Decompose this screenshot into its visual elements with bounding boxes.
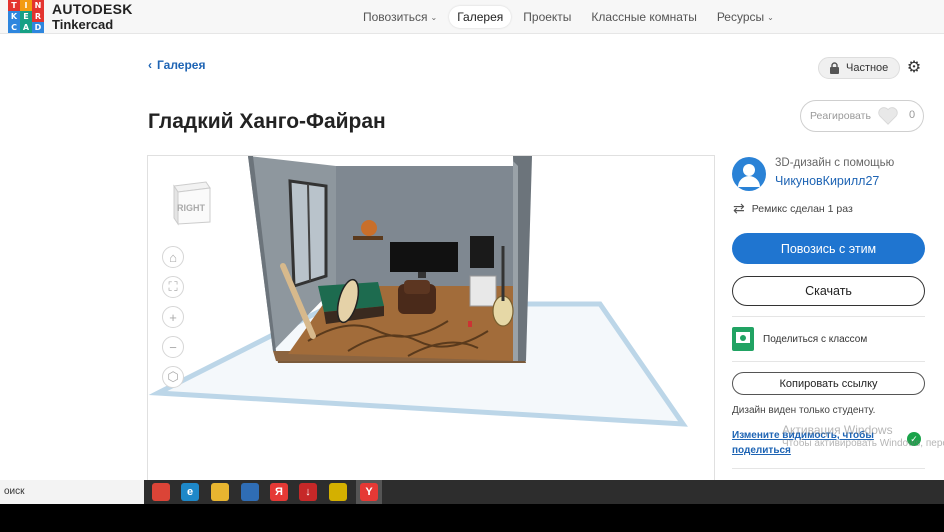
home-view-icon[interactable]: ⌂ — [162, 246, 184, 268]
view-cube-label: RIGHT — [177, 203, 205, 213]
chevron-left-icon: ‹ — [148, 58, 152, 72]
heart-icon — [878, 107, 898, 125]
3d-scene — [148, 156, 688, 427]
author-avatar[interactable] — [732, 157, 766, 191]
lock-icon — [830, 62, 839, 74]
download-button[interactable]: Скачать — [732, 276, 925, 306]
taskbar-search[interactable]: оиск — [0, 480, 144, 504]
logo-letter: D — [32, 22, 44, 33]
store-icon[interactable] — [241, 483, 259, 501]
nav-item-label: Классные комнаты — [591, 10, 697, 24]
logo-letter: N — [32, 0, 44, 11]
react-button[interactable]: Реагировать 0 — [800, 100, 924, 132]
top-navigation-bar: TINKERCAD AUTODESK Tinkercad Повозиться ⌄… — [0, 0, 944, 34]
nav-item-5[interactable]: Ресурсы ⌄ — [709, 6, 782, 28]
settings-gear-icon[interactable]: ⚙ — [905, 59, 923, 77]
logo-letter: T — [8, 0, 20, 11]
brand-autodesk: AUTODESK — [52, 1, 133, 17]
game-app-icon[interactable] — [329, 483, 347, 501]
tinkercad-page: TINKERCAD AUTODESK Tinkercad Повозиться ⌄… — [0, 0, 944, 480]
brand-tinkercad: Tinkercad — [52, 17, 114, 32]
3d-viewer[interactable]: RIGHT ⌂ ⛶ + − ⬡ — [147, 155, 715, 480]
chrome-icon[interactable] — [152, 483, 170, 501]
logo-letter: R — [32, 11, 44, 22]
logo-letter: E — [20, 11, 32, 22]
back-link-label: Галерея — [157, 58, 206, 72]
windows-activation-subtext: Чтобы активировать Windows, перейд — [782, 438, 944, 449]
nav-item-label: Проекты — [523, 10, 572, 24]
page-title: Гладкий Ханго-Файран — [148, 110, 386, 133]
fit-view-icon[interactable]: ⛶ — [162, 276, 184, 298]
brand-text[interactable]: AUTODESK Tinkercad — [52, 1, 133, 33]
zoom-out-icon[interactable]: − — [162, 336, 184, 358]
windows-activation-watermark: Активация Windows — [782, 423, 893, 437]
tinker-this-button[interactable]: Повозись с этим — [732, 233, 925, 264]
yandex-browser-icon[interactable]: Y — [360, 483, 378, 501]
nav-item-label: Повозиться — [363, 10, 428, 24]
nav-item-4[interactable]: Классные комнаты — [583, 6, 704, 28]
react-count: 0 — [909, 109, 916, 121]
remix-icon: ⇄ — [733, 200, 745, 216]
designed-with-label: 3D-дизайн с помощью — [775, 157, 895, 169]
google-classroom-icon — [732, 327, 754, 351]
zoom-in-icon[interactable]: + — [162, 306, 184, 328]
author-link[interactable]: ЧикуновКирилл27 — [775, 174, 879, 188]
nav-item-label: Ресурсы — [716, 10, 765, 24]
privacy-toggle[interactable]: Частное — [818, 57, 900, 79]
divider — [732, 361, 925, 362]
download-app-icon[interactable]: ↓ — [299, 483, 317, 501]
nav-item-1[interactable]: Повозиться ⌄ — [355, 6, 445, 28]
file-explorer-icon[interactable] — [211, 483, 229, 501]
logo-letter: K — [8, 11, 20, 22]
remix-count-label: Ремикс сделан 1 раз — [751, 202, 853, 215]
divider — [732, 316, 925, 317]
chevron-down-icon: ⌄ — [430, 12, 438, 22]
windows-taskbar: оиск e Я ↓ Y — [0, 480, 944, 504]
logo-letter: A — [20, 22, 32, 33]
copy-link-button[interactable]: Копировать ссылку — [732, 372, 925, 395]
edge-icon[interactable]: e — [181, 483, 199, 501]
user-avatar-icon — [738, 164, 760, 187]
divider — [732, 468, 925, 469]
logo-letter: C — [8, 22, 20, 33]
nav-item-3[interactable]: Проекты — [515, 6, 579, 28]
tinkercad-logo[interactable]: TIN KER CAD — [8, 0, 44, 34]
remix-info: ⇄ Ремикс сделан 1 раз — [733, 200, 853, 217]
share-classroom-label: Поделиться с классом — [763, 333, 868, 345]
react-label: Реагировать — [810, 110, 871, 122]
back-to-gallery-link[interactable]: ‹ Галерея — [148, 58, 205, 72]
main-nav: Повозиться ⌄ Галерея Проекты Классные комнат… — [355, 6, 782, 28]
chevron-down-icon: ⌄ — [767, 12, 774, 22]
visibility-note: Дизайн виден только студенту. — [732, 405, 876, 416]
yandex-icon[interactable]: Я — [270, 483, 288, 501]
share-classroom-row[interactable]: Поделиться с классом — [732, 327, 867, 351]
privacy-label: Частное — [846, 62, 889, 74]
nav-item-2[interactable]: Галерея — [449, 6, 512, 28]
nav-item-label: Галерея — [457, 10, 504, 24]
perspective-icon[interactable]: ⬡ — [162, 366, 184, 388]
logo-letter: I — [20, 0, 32, 11]
